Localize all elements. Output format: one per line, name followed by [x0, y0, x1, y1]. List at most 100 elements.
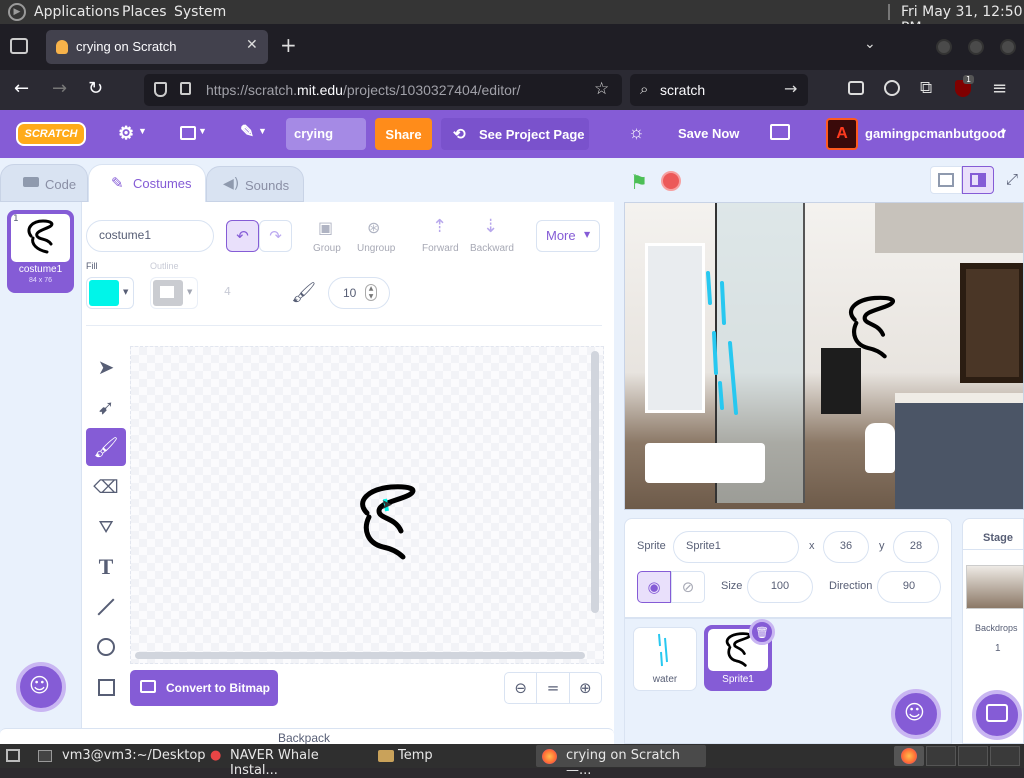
zoom-in-icon[interactable]: ⊕: [570, 673, 601, 703]
window-minimize-icon[interactable]: [936, 39, 952, 55]
paint-canvas[interactable]: ➤: [130, 346, 604, 664]
rectangle-tool[interactable]: [86, 668, 126, 706]
account-icon[interactable]: [884, 80, 900, 96]
convert-to-bitmap-button[interactable]: Convert to Bitmap: [130, 670, 278, 706]
canvas-horizontal-scrollbar[interactable]: [135, 652, 585, 659]
url-bar[interactable]: https://scratch.mit.edu/projects/1030327…: [144, 74, 622, 106]
url-text[interactable]: https://scratch.mit.edu/projects/1030327…: [206, 82, 520, 98]
taskbar-item-firefox[interactable]: crying on Scratch —...: [536, 745, 706, 778]
tab-costumes[interactable]: ✎ Costumes: [88, 164, 206, 204]
save-now-button[interactable]: Save Now: [678, 126, 739, 141]
file-menu-icon[interactable]: [180, 126, 196, 140]
y-input[interactable]: 28: [893, 531, 939, 563]
fill-color-picker[interactable]: ▼: [86, 277, 134, 309]
browser-tab-active[interactable]: crying on Scratch ✕: [46, 30, 268, 64]
workspace-1[interactable]: [894, 746, 924, 766]
pocket-icon[interactable]: [848, 81, 864, 95]
select-tool[interactable]: ➤: [86, 348, 126, 386]
backpack-header[interactable]: Backpack: [0, 728, 614, 745]
stop-sign-icon[interactable]: [661, 171, 681, 191]
show-sprite-button[interactable]: ◉: [637, 571, 671, 603]
delete-sprite-button[interactable]: 🗑: [749, 619, 775, 645]
reload-icon[interactable]: ↻: [88, 78, 103, 99]
show-desktop-icon[interactable]: [6, 749, 20, 762]
large-stage-button[interactable]: [962, 166, 994, 194]
workspace-3[interactable]: [958, 746, 988, 766]
project-title-input[interactable]: crying: [286, 118, 366, 150]
redo-button[interactable]: ↷: [259, 220, 292, 252]
canvas-vertical-scrollbar[interactable]: [591, 351, 599, 613]
workspace-2[interactable]: [926, 746, 956, 766]
sprite-tile-water[interactable]: water: [633, 627, 697, 691]
brush-size-input[interactable]: 10 ▲ ▼: [328, 277, 390, 309]
forward-arrow-up-icon[interactable]: ⇡: [432, 216, 447, 237]
new-tab-icon[interactable]: +: [280, 35, 297, 55]
text-tool[interactable]: T: [86, 548, 126, 586]
tab-close-icon[interactable]: ✕: [246, 37, 258, 53]
sprite-name-input[interactable]: Sprite1: [673, 531, 799, 563]
tab-sounds[interactable]: ◀) Sounds: [206, 166, 304, 202]
search-bar[interactable]: ⌕ scratch →: [630, 74, 808, 106]
share-button[interactable]: Share: [375, 118, 432, 150]
fullscreen-icon[interactable]: ⤢: [1006, 170, 1018, 188]
os-menu-system[interactable]: System: [174, 4, 226, 20]
tab-code[interactable]: Code: [0, 164, 88, 202]
undo-button[interactable]: ↶: [226, 220, 259, 252]
reshape-tool[interactable]: ➹: [86, 388, 126, 426]
user-avatar[interactable]: A: [826, 118, 858, 150]
zoom-out-icon[interactable]: ⊖: [505, 673, 538, 703]
outline-color-picker[interactable]: ▼: [150, 277, 198, 309]
forward-arrow-icon[interactable]: →: [52, 78, 67, 99]
ungroup-icon[interactable]: ⊛: [367, 218, 380, 237]
see-project-page-button[interactable]: ⟲ See Project Page: [441, 118, 589, 150]
os-menu-applications[interactable]: Applications: [34, 4, 120, 20]
zoom-reset-icon[interactable]: =: [537, 673, 570, 703]
extensions-puzzle-icon[interactable]: ⧉: [920, 78, 932, 98]
taskbar-item-terminal[interactable]: vm3@vm3:~/Desktop: [32, 745, 206, 767]
account-chevron-down-icon[interactable]: ▼: [999, 127, 1008, 137]
direction-input[interactable]: 90: [877, 571, 941, 603]
tab-overview-icon[interactable]: [10, 38, 28, 54]
settings-gear-icon[interactable]: ⚙: [118, 122, 134, 144]
choose-costume-button[interactable]: ☺: [16, 662, 66, 712]
green-flag-icon[interactable]: ⚑: [630, 170, 648, 194]
stage-canvas[interactable]: [624, 202, 1024, 510]
workspace-4[interactable]: [990, 746, 1020, 766]
group-icon[interactable]: ▣: [318, 218, 333, 237]
costume-tile[interactable]: 1 costume1 84 x 76: [7, 210, 74, 293]
eraser-tool[interactable]: ⌫: [86, 468, 126, 506]
fill-tool[interactable]: ⛛: [86, 508, 126, 546]
taskbar-item-whale[interactable]: ● NAVER Whale Instal...: [204, 745, 370, 778]
scratch-logo[interactable]: SCRATCH: [16, 122, 86, 146]
choose-sprite-button[interactable]: ☺: [891, 689, 941, 739]
more-button[interactable]: More ▼: [536, 220, 600, 252]
brush-size-stepper-icon[interactable]: ▲ ▼: [365, 284, 377, 301]
outline-width-value[interactable]: 4: [224, 285, 231, 298]
x-input[interactable]: 36: [823, 531, 869, 563]
edit-pencil-icon[interactable]: ✎: [240, 122, 254, 142]
window-close-icon[interactable]: [1000, 39, 1016, 55]
line-tool[interactable]: [86, 588, 126, 626]
lock-icon[interactable]: [180, 82, 191, 95]
tutorials-bulb-icon[interactable]: ☼: [628, 122, 645, 143]
tracking-shield-icon[interactable]: [154, 82, 167, 97]
bookmark-star-icon[interactable]: ☆: [594, 79, 609, 99]
os-menu-places[interactable]: Places: [122, 4, 167, 20]
username[interactable]: gamingpcmanbutgood: [865, 126, 1005, 141]
hamburger-menu-icon[interactable]: ≡: [992, 78, 1007, 99]
search-input[interactable]: scratch: [660, 82, 705, 98]
taskbar-item-temp[interactable]: Temp: [372, 745, 532, 767]
size-input[interactable]: 100: [747, 571, 813, 603]
brush-tool[interactable]: 🖌: [86, 428, 126, 466]
backward-arrow-down-icon[interactable]: ⇣: [483, 216, 498, 237]
search-go-arrow-icon[interactable]: →: [784, 79, 797, 98]
tab-list-chevron-icon[interactable]: ⌄: [864, 36, 876, 52]
os-logo-icon[interactable]: ▶: [8, 3, 26, 21]
small-stage-button[interactable]: [930, 166, 962, 194]
window-maximize-icon[interactable]: [968, 39, 984, 55]
choose-backdrop-button[interactable]: [972, 690, 1022, 740]
my-stuff-folder-icon[interactable]: [770, 124, 790, 140]
back-arrow-icon[interactable]: ←: [14, 78, 29, 99]
costume-name-input[interactable]: costume1: [86, 220, 214, 252]
circle-tool[interactable]: [86, 628, 126, 666]
